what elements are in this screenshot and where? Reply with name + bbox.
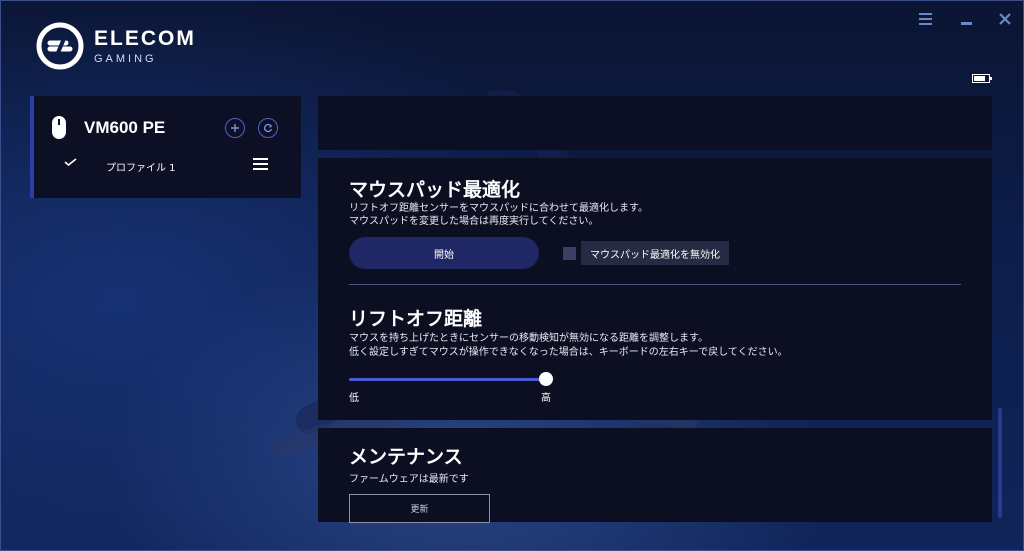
pad-optimization-desc-1: リフトオフ距離センサーをマウスパッドに合わせて最適化します。 xyxy=(349,203,648,214)
section-divider xyxy=(349,284,961,285)
add-profile-button[interactable] xyxy=(225,118,245,138)
mouse-icon xyxy=(52,116,66,139)
pad-optimization-desc-2: マウスパッドを変更した場合は再度実行してください。 xyxy=(349,216,599,227)
battery-level-icon xyxy=(974,76,985,81)
minimize-icon xyxy=(960,22,972,25)
elecom-logo-icon xyxy=(36,22,84,70)
start-optimization-button[interactable]: 開始 xyxy=(349,237,539,269)
check-icon xyxy=(64,158,77,166)
liftoff-slider-thumb[interactable] xyxy=(539,372,553,386)
pad-optimization-title: マウスパッド最適化 xyxy=(349,179,521,201)
sync-button[interactable] xyxy=(258,118,278,138)
menu-button[interactable] xyxy=(914,8,936,30)
device-name: VM600 PE xyxy=(84,118,166,137)
battery-indicator xyxy=(972,74,992,83)
disable-optimization-label[interactable]: マウスパッド最適化を無効化 xyxy=(581,241,729,265)
profile-name[interactable]: プロファイル 1 xyxy=(106,159,176,174)
liftoff-desc-1: マウスを持ち上げたときにセンサーの移動検知が無効になる距離を調整します。 xyxy=(349,333,708,344)
liftoff-slider-fill xyxy=(349,378,546,381)
close-button[interactable] xyxy=(994,8,1016,30)
settings-panel: マウスパッド最適化 リフトオフ距離センサーをマウスパッドに合わせて最適化します。… xyxy=(318,158,992,420)
maintenance-panel: メンテナンス ファームウェアは最新です 更新 xyxy=(318,428,992,523)
update-firmware-button[interactable]: 更新 xyxy=(349,494,490,523)
scrollbar[interactable] xyxy=(998,408,1002,518)
firmware-status: ファームウェアは最新です xyxy=(349,474,469,485)
plus-icon xyxy=(231,124,239,132)
device-card[interactable]: VM600 PE プロファイル 1 xyxy=(30,96,301,198)
menu-icon xyxy=(918,13,932,25)
minimize-button[interactable] xyxy=(955,8,977,30)
brand-subtitle: GAMING xyxy=(94,52,157,65)
liftoff-high-label: 高 xyxy=(541,393,551,404)
liftoff-title: リフトオフ距離 xyxy=(349,308,483,330)
brand-name: ELECOM xyxy=(94,26,196,50)
previous-section-panel xyxy=(318,96,992,150)
maintenance-title: メンテナンス xyxy=(349,446,463,468)
liftoff-slider[interactable] xyxy=(349,372,553,386)
liftoff-desc-2: 低く設定しすぎてマウスが操作できなくなった場合は、キーボードの左右キーで戻してく… xyxy=(349,347,788,358)
profile-menu-icon[interactable] xyxy=(253,158,268,171)
liftoff-low-label: 低 xyxy=(349,393,359,404)
app-logo: ELECOM GAMING xyxy=(36,22,196,70)
refresh-icon xyxy=(264,123,273,133)
close-icon xyxy=(999,13,1011,25)
disable-optimization-checkbox[interactable] xyxy=(563,247,576,260)
